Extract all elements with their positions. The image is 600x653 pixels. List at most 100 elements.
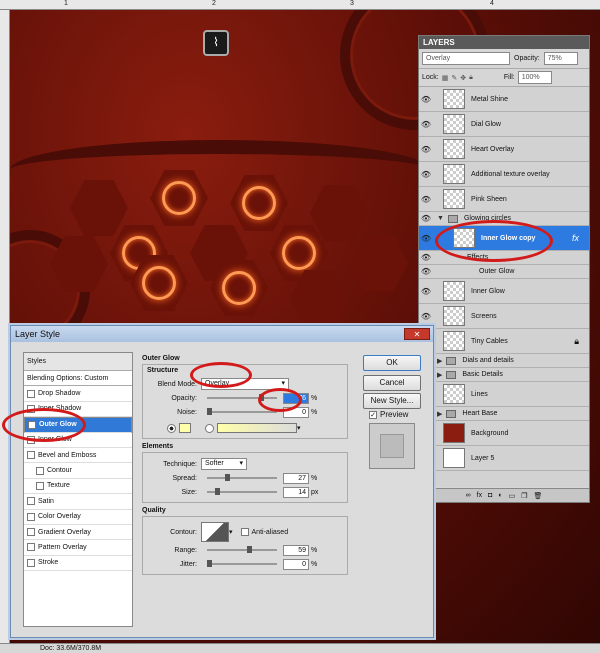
size-slider[interactable]	[207, 488, 277, 495]
link-icon[interactable]: ∞	[466, 492, 471, 499]
lock-transparency-icon[interactable]: ▦	[442, 74, 449, 82]
layer-item[interactable]: 👁 Inner Glow	[419, 279, 589, 304]
jitter-input[interactable]: 0	[283, 558, 309, 570]
horizontal-ruler[interactable]: 1 2 3 4	[0, 0, 600, 10]
blending-options-item[interactable]: Blending Options: Custom	[24, 371, 132, 387]
eye-icon[interactable]: 👁	[419, 195, 433, 204]
checkbox-checked[interactable]: ✓	[369, 410, 377, 419]
slider-handle[interactable]	[215, 488, 220, 495]
checkbox[interactable]	[27, 543, 35, 552]
style-item-satin[interactable]: Satin	[24, 494, 132, 510]
checkbox[interactable]	[36, 481, 44, 490]
gradient-swatch[interactable]	[217, 423, 297, 433]
style-item-bevel-emboss[interactable]: Bevel and Emboss	[24, 448, 132, 464]
style-item-color-overlay[interactable]: Color Overlay	[24, 510, 132, 525]
close-button[interactable]: ✕	[404, 328, 430, 340]
style-item-pattern-overlay[interactable]: Pattern Overlay	[24, 540, 132, 556]
anti-aliased-checkbox[interactable]	[240, 528, 249, 536]
layer-opacity-input[interactable]: 75%	[543, 52, 578, 65]
expand-arrow-icon[interactable]: ▶	[437, 371, 442, 379]
eye-icon[interactable]: 👁	[419, 145, 433, 154]
gradient-radio[interactable]	[205, 423, 214, 433]
chevron-down-icon[interactable]: ▾	[229, 528, 233, 536]
noise-slider[interactable]	[207, 408, 277, 415]
layer-item[interactable]: 👁 Dial Glow	[419, 112, 589, 137]
layer-item[interactable]: 👁 Metal Shine	[419, 87, 589, 112]
layers-list[interactable]: 👁 Metal Shine 👁 Dial Glow 👁 Heart Overlay 👁…	[419, 87, 589, 487]
slider-handle[interactable]	[247, 546, 252, 553]
expand-arrow-icon[interactable]: ▶	[437, 410, 442, 418]
layer-group[interactable]: 👁▶Heart Base	[419, 407, 589, 421]
spread-slider[interactable]	[207, 474, 277, 481]
slider-handle[interactable]	[207, 560, 212, 567]
layer-item[interactable]: 👁Background	[419, 421, 589, 446]
eye-icon[interactable]: 👁	[419, 95, 433, 104]
layer-item[interactable]: 👁Layer 5	[419, 446, 589, 471]
layer-item[interactable]: 👁Lines	[419, 382, 589, 407]
contour-swatch[interactable]	[201, 522, 229, 542]
size-input[interactable]: 14	[283, 486, 309, 498]
technique-select[interactable]: Softer ▾	[201, 458, 247, 470]
style-item-texture[interactable]: Texture	[24, 479, 132, 495]
highlight-annotation	[435, 220, 553, 262]
trash-icon[interactable]: 🗑︎	[533, 492, 542, 500]
expand-arrow-icon[interactable]: ▼	[437, 215, 444, 222]
eye-icon[interactable]: 👁	[419, 120, 433, 129]
style-item-gradient-overlay[interactable]: Gradient Overlay	[24, 525, 132, 541]
solid-color-radio[interactable]	[167, 423, 176, 433]
range-slider[interactable]	[207, 546, 277, 553]
layer-group[interactable]: 👁▶Dials and details	[419, 354, 589, 368]
spread-input[interactable]: 27	[283, 472, 309, 484]
checkbox[interactable]	[27, 558, 35, 567]
vertical-ruler[interactable]	[0, 10, 10, 643]
expand-arrow-icon[interactable]: ▶	[437, 357, 442, 365]
eye-icon[interactable]: 👁	[419, 267, 433, 276]
layer-item[interactable]: 👁 Additional texture overlay	[419, 162, 589, 187]
styles-header[interactable]: Styles	[24, 353, 132, 371]
lock-position-icon[interactable]: ✥	[460, 74, 466, 82]
new-layer-icon[interactable]: ❐	[521, 492, 527, 500]
layer-item[interactable]: 👁 Pink Sheen	[419, 187, 589, 212]
adjustment-icon[interactable]: ◐	[498, 492, 502, 499]
checkbox[interactable]	[36, 466, 44, 475]
layer-item[interactable]: 👁 Screens	[419, 304, 589, 329]
folder-icon[interactable]: ▭	[509, 492, 516, 500]
checkbox[interactable]	[27, 528, 35, 537]
lock-image-icon[interactable]: ✎	[451, 74, 457, 82]
mask-icon[interactable]: ◘	[488, 492, 492, 499]
preview-toggle[interactable]: ✓ Preview	[369, 410, 408, 419]
style-item-drop-shadow[interactable]: Drop Shadow	[24, 386, 132, 402]
cancel-button[interactable]: Cancel	[363, 375, 421, 391]
style-item-contour[interactable]: Contour	[24, 463, 132, 479]
glow-color-swatch[interactable]	[179, 423, 191, 433]
eye-icon[interactable]: 👁	[419, 214, 433, 223]
new-style-button[interactable]: New Style...	[363, 393, 421, 409]
range-input[interactable]: 59	[283, 544, 309, 556]
eye-icon[interactable]: 👁	[419, 312, 433, 321]
checkbox[interactable]	[27, 497, 35, 506]
slider-handle[interactable]	[225, 474, 230, 481]
eye-icon[interactable]: 👁	[419, 170, 433, 179]
layer-effect-row[interactable]: 👁 Outer Glow	[419, 265, 589, 279]
checkbox[interactable]	[27, 451, 35, 460]
eye-icon[interactable]: 👁	[419, 287, 433, 296]
jitter-slider[interactable]	[207, 560, 277, 567]
layer-blend-mode-select[interactable]: Overlay	[422, 52, 510, 65]
layer-group[interactable]: 👁▶Basic Details	[419, 368, 589, 382]
ruler-number: 4	[490, 0, 494, 7]
checkbox[interactable]	[27, 389, 35, 398]
chevron-down-icon[interactable]: ▾	[297, 424, 301, 432]
style-item-stroke[interactable]: Stroke	[24, 556, 132, 572]
fx-icon[interactable]: fx	[477, 492, 482, 499]
fill-input[interactable]: 100%	[517, 71, 552, 84]
eye-icon[interactable]: 👁	[419, 253, 433, 262]
eye-icon[interactable]: 👁	[419, 234, 433, 243]
layers-lock-row: Lock: ▦ ✎ ✥ 🔒︎ Fill: 100%	[419, 69, 589, 87]
ok-button[interactable]: OK	[363, 355, 421, 371]
lock-all-icon[interactable]: 🔒︎	[469, 74, 473, 82]
fx-icon[interactable]: fx	[572, 233, 579, 243]
slider-handle[interactable]	[207, 408, 212, 415]
checkbox[interactable]	[27, 512, 35, 521]
layer-item[interactable]: 👁 Heart Overlay	[419, 137, 589, 162]
layer-item[interactable]: 👁Tiny Cables🔒︎	[419, 329, 589, 354]
